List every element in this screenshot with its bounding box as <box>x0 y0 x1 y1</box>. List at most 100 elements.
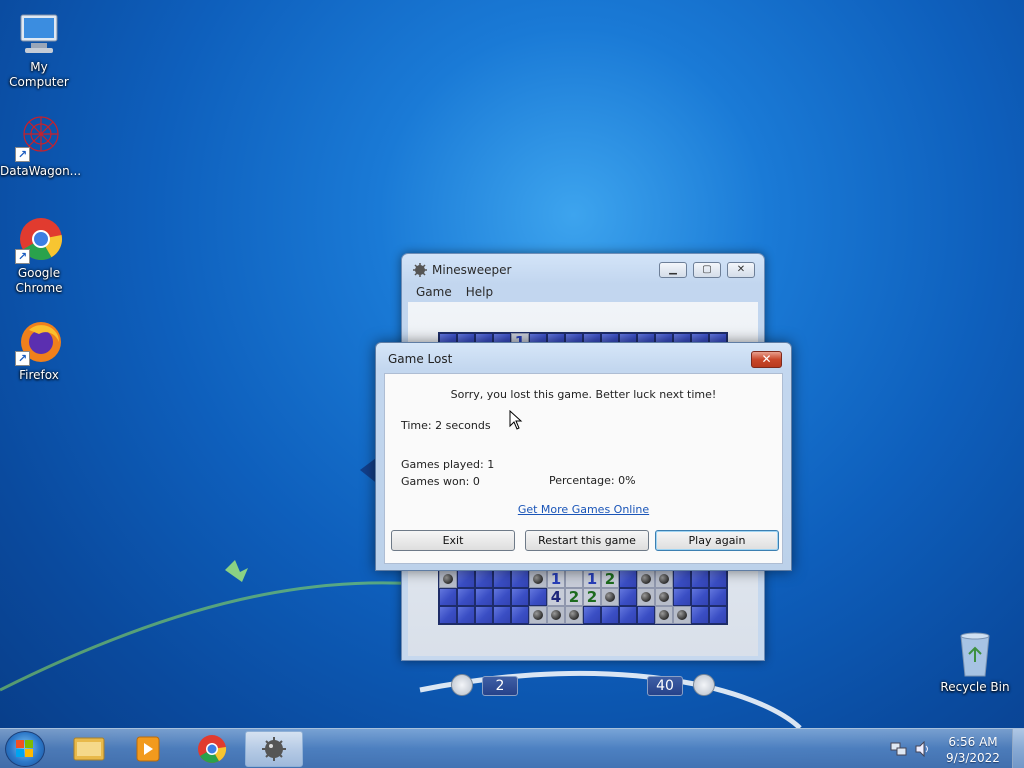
covered-cell[interactable] <box>601 606 619 624</box>
revealed-cell[interactable]: 1 <box>583 570 601 588</box>
covered-cell[interactable] <box>583 606 601 624</box>
game-lost-dialog[interactable]: Game Lost ✕ Sorry, you lost this game. B… <box>375 342 792 571</box>
covered-cell[interactable] <box>619 570 637 588</box>
mouse-cursor-icon <box>509 410 523 430</box>
mine-grid-bottom[interactable]: 112422 <box>438 569 728 625</box>
covered-cell[interactable] <box>475 588 493 606</box>
minimize-button[interactable]: ▁ <box>659 262 687 278</box>
shortcut-arrow-icon: ↗ <box>15 249 30 264</box>
clock-date: 9/3/2022 <box>946 751 1000 765</box>
covered-cell[interactable] <box>511 570 529 588</box>
covered-cell[interactable] <box>457 570 475 588</box>
minesweeper-icon[interactable] <box>245 731 303 767</box>
loss-message: Sorry, you lost this game. Better luck n… <box>450 388 717 401</box>
mine-cell[interactable] <box>655 606 673 624</box>
chrome-icon[interactable] <box>183 731 241 767</box>
covered-cell[interactable] <box>475 606 493 624</box>
dialog-body: Sorry, you lost this game. Better luck n… <box>384 373 783 564</box>
covered-cell[interactable] <box>691 606 709 624</box>
mine-cell[interactable] <box>529 570 547 588</box>
volume-icon[interactable] <box>914 741 932 757</box>
file-explorer-icon[interactable] <box>60 731 118 767</box>
covered-cell[interactable] <box>709 606 727 624</box>
mine-cell[interactable] <box>601 588 619 606</box>
covered-cell[interactable] <box>619 606 637 624</box>
covered-cell[interactable] <box>457 606 475 624</box>
covered-cell[interactable] <box>511 606 529 624</box>
menu-help[interactable]: Help <box>466 285 493 299</box>
covered-cell[interactable] <box>673 570 691 588</box>
desktop-icon-datawagon[interactable]: ↗ DataWagon... <box>0 114 82 179</box>
desktop-icon-chrome[interactable]: ↗ Google Chrome <box>0 216 78 296</box>
play-again-button[interactable]: Play again <box>655 530 779 551</box>
covered-cell[interactable] <box>529 588 547 606</box>
games-played-stat: Games played: 1 <box>401 458 495 471</box>
computer-icon <box>15 10 63 58</box>
revealed-cell[interactable]: 2 <box>583 588 601 606</box>
time-stat: Time: 2 seconds <box>401 419 491 432</box>
revealed-cell[interactable]: 1 <box>547 570 565 588</box>
covered-cell[interactable] <box>691 588 709 606</box>
revealed-cell[interactable]: 2 <box>601 570 619 588</box>
exit-button[interactable]: Exit <box>391 530 515 551</box>
firefox-icon: ↗ <box>15 318 63 366</box>
covered-cell[interactable] <box>637 606 655 624</box>
games-won-stat: Games won: 0 <box>401 475 480 488</box>
desktop-icon-label: Recycle Bin <box>940 680 1010 694</box>
recycle-bin-icon <box>951 630 999 678</box>
taskbar-clock[interactable]: 6:56 AM 9/3/2022 <box>946 734 1000 766</box>
restart-game-button[interactable]: Restart this game <box>525 530 649 551</box>
mine-cell[interactable] <box>655 570 673 588</box>
mine-cell[interactable] <box>655 588 673 606</box>
covered-cell[interactable] <box>493 588 511 606</box>
covered-cell[interactable] <box>439 606 457 624</box>
covered-cell[interactable] <box>511 588 529 606</box>
covered-cell[interactable] <box>475 570 493 588</box>
media-player-icon[interactable] <box>119 731 177 767</box>
show-desktop-button[interactable] <box>1012 729 1024 768</box>
shortcut-arrow-icon: ↗ <box>15 351 30 366</box>
network-icon[interactable] <box>890 741 908 757</box>
maximize-button[interactable]: ▢ <box>693 262 721 278</box>
mine-cell[interactable] <box>673 606 691 624</box>
covered-cell[interactable] <box>439 588 457 606</box>
desktop-icon-label: My Computer <box>9 60 69 89</box>
mine-cell[interactable] <box>637 570 655 588</box>
covered-cell[interactable] <box>619 588 637 606</box>
covered-cell[interactable] <box>457 588 475 606</box>
covered-cell[interactable] <box>691 570 709 588</box>
dialog-close-button[interactable]: ✕ <box>751 351 782 368</box>
time-counter: 2 <box>482 676 518 696</box>
menu-game[interactable]: Game <box>416 285 452 299</box>
mine-cell[interactable] <box>637 588 655 606</box>
covered-cell[interactable] <box>673 588 691 606</box>
timer-icon <box>451 674 473 696</box>
chrome-icon: ↗ <box>15 216 63 264</box>
datawagon-icon: ↗ <box>15 114 63 162</box>
covered-cell[interactable] <box>709 588 727 606</box>
revealed-cell[interactable]: 4 <box>547 588 565 606</box>
minesweeper-app-icon <box>413 263 427 277</box>
covered-cell[interactable] <box>493 606 511 624</box>
covered-cell[interactable] <box>493 570 511 588</box>
mine-cell[interactable] <box>529 606 547 624</box>
mines-counter: 40 <box>647 676 683 696</box>
mine-cell[interactable] <box>565 606 583 624</box>
mine-cell[interactable] <box>439 570 457 588</box>
desktop-icon-label: DataWagon... <box>0 164 82 178</box>
get-more-games-link[interactable]: Get More Games Online <box>385 503 782 516</box>
desktop-icon-recycle-bin[interactable]: Recycle Bin <box>936 630 1014 695</box>
desktop-icon-label: Google Chrome <box>15 266 63 295</box>
mine-cell[interactable] <box>547 606 565 624</box>
dialog-title: Game Lost <box>388 352 453 366</box>
revealed-cell[interactable]: 2 <box>565 588 583 606</box>
desktop-icon-label: Firefox <box>19 368 59 382</box>
windows-start-icon[interactable] <box>5 731 45 767</box>
close-button[interactable]: ✕ <box>727 262 755 278</box>
taskbar: 6:56 AM 9/3/2022 <box>0 728 1024 768</box>
desktop-icon-firefox[interactable]: ↗ Firefox <box>0 318 78 383</box>
desktop-icon-my-computer[interactable]: My Computer <box>0 10 78 90</box>
revealed-cell[interactable] <box>565 570 583 588</box>
covered-cell[interactable] <box>709 570 727 588</box>
clock-time: 6:56 AM <box>948 735 998 749</box>
